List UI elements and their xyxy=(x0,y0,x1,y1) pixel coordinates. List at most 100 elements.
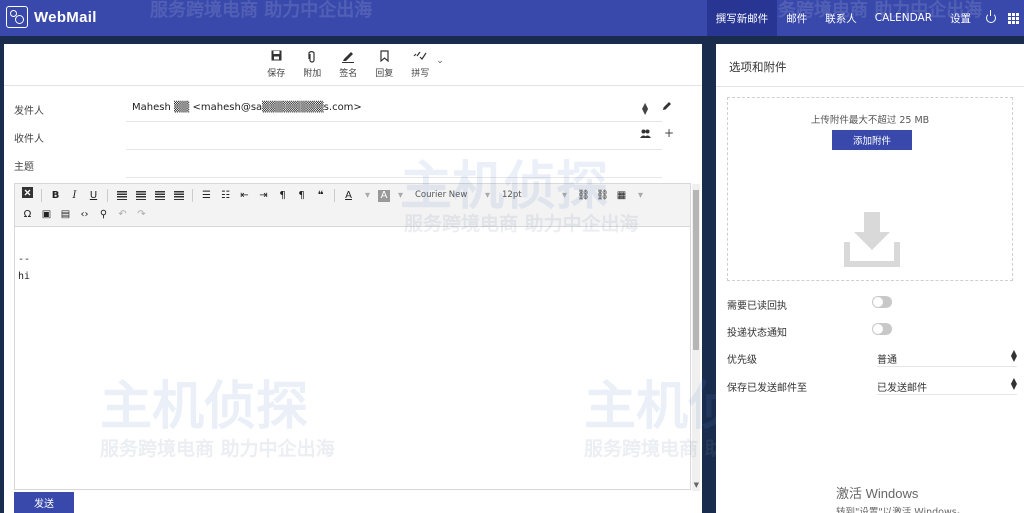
nav-mail[interactable]: 邮件 xyxy=(777,0,816,36)
read-receipt-toggle[interactable] xyxy=(872,296,892,308)
attachment-drop-zone[interactable]: 上传附件最大不超过 25 MB 添加附件 xyxy=(727,97,1013,281)
from-dropdown-icon[interactable]: ▲ ▼ xyxy=(642,102,648,116)
spell-button[interactable]: 拼写 xyxy=(406,50,434,79)
from-select[interactable]: Mahesh ▒▒ <mahesh@sa▒▒▒▒▒▒▒▒s.com> xyxy=(132,102,362,113)
top-bar: WebMail 服务跨境电商 助力中企出海 服务跨境电商 助力中企出海 撰写新邮… xyxy=(0,0,1024,36)
text-color-icon[interactable]: A xyxy=(340,187,357,204)
save-label: 保存 xyxy=(267,69,286,79)
nav-contacts[interactable]: 联系人 xyxy=(816,0,866,36)
source-code-icon[interactable] xyxy=(19,187,36,204)
save-sent-select[interactable]: 已发送邮件 ▲ ▼ xyxy=(877,376,1017,395)
watermark-slogan-top-left: 服务跨境电商 助力中企出海 xyxy=(150,0,373,21)
italic-icon[interactable]: I xyxy=(66,187,83,204)
from-row: 发件人 Mahesh ▒▒ <mahesh@sa▒▒▒▒▒▒▒▒s.com> ▲… xyxy=(4,94,702,122)
save-sent-row: 保存已发送邮件至 已发送邮件 ▲ ▼ xyxy=(727,376,1017,396)
link-icon[interactable]: ⛓ xyxy=(575,187,592,204)
background-color-dropdown-icon[interactable]: ▾ xyxy=(392,187,409,204)
underline-icon[interactable]: U xyxy=(85,187,102,204)
table-icon[interactable]: ▦ xyxy=(613,187,630,204)
to-row: 收件人 + xyxy=(4,122,702,150)
priority-value: 普通 xyxy=(877,355,897,366)
reply-button[interactable]: 回复 xyxy=(370,50,398,79)
indent-icon[interactable]: ⇥ xyxy=(255,187,272,204)
attach-label: 附加 xyxy=(303,69,322,79)
activation-hint: 转到"设置"以激活 Windows。 xyxy=(836,507,967,513)
app-logo[interactable]: WebMail xyxy=(6,6,97,28)
delivery-status-row: 投递状态通知 xyxy=(727,321,1017,341)
message-editor: B I U ☰ ☷ ⇤ ⇥ ¶ ¶ ❝ A ▾ A ▾ Courier New … xyxy=(14,183,700,491)
special-char-icon[interactable]: Ω xyxy=(19,206,36,223)
font-family-select[interactable]: Courier New xyxy=(411,188,477,203)
editor-scrollbar[interactable] xyxy=(692,184,700,491)
activation-title: 激活 Windows xyxy=(836,486,919,501)
send-button[interactable]: 发送 xyxy=(14,492,74,513)
logout-button[interactable] xyxy=(980,0,1002,36)
delivery-status-toggle[interactable] xyxy=(872,323,892,335)
align-right-icon[interactable] xyxy=(151,187,168,204)
floppy-icon xyxy=(262,50,290,66)
nav-settings[interactable]: 设置 xyxy=(941,0,980,36)
code-icon[interactable]: ‹› xyxy=(76,206,93,223)
edit-identity-icon[interactable] xyxy=(662,101,672,114)
reply-label: 回复 xyxy=(375,69,394,79)
size-dropdown-icon[interactable]: ▾ xyxy=(556,187,573,204)
spell-label: 拼写 xyxy=(411,69,430,79)
font-dropdown-icon[interactable]: ▾ xyxy=(479,187,496,204)
nav-compose[interactable]: 撰写新邮件 xyxy=(706,0,778,36)
message-body[interactable]: -- hi xyxy=(15,227,690,285)
grid-icon xyxy=(1007,12,1019,24)
attach-button[interactable]: 附加 xyxy=(298,50,326,79)
bold-icon[interactable]: B xyxy=(47,187,64,204)
priority-label: 优先级 xyxy=(727,355,757,366)
app-title: WebMail xyxy=(34,8,97,26)
chevron-down-icon[interactable]: ⌄ xyxy=(436,56,444,66)
select-arrows-icon: ▲ ▼ xyxy=(1010,376,1017,391)
save-sent-label: 保存已发送邮件至 xyxy=(727,383,807,394)
font-size-select[interactable]: 12pt xyxy=(498,188,554,203)
scroll-down-icon[interactable]: ▼ xyxy=(694,481,699,489)
contacts-icon[interactable] xyxy=(640,129,651,141)
background-color-icon[interactable]: A xyxy=(378,189,390,202)
unlink-icon[interactable]: ⛓ xyxy=(594,187,611,204)
find-icon[interactable]: ⚲ xyxy=(95,206,112,223)
subject-label: 主题 xyxy=(14,162,34,173)
signature-button[interactable]: 签名 xyxy=(334,50,362,79)
options-title: 选项和附件 xyxy=(729,60,787,74)
blockquote-icon[interactable]: ❝ xyxy=(312,187,329,204)
logo-icon xyxy=(6,6,28,28)
power-icon xyxy=(986,10,996,23)
read-receipt-row: 需要已读回执 xyxy=(727,294,1017,314)
add-attachment-button[interactable]: 添加附件 xyxy=(832,130,912,150)
redo-icon[interactable]: ↷ xyxy=(133,206,150,223)
paperclip-icon xyxy=(298,50,326,66)
compose-toolbar: 保存 附加 签名 回复 拼写 ⌄ xyxy=(4,44,702,86)
undo-icon[interactable]: ↶ xyxy=(114,206,131,223)
options-panel: 选项和附件 上传附件最大不超过 25 MB 添加附件 需要已读回执 投递状态通知… xyxy=(716,44,1024,513)
text-color-dropdown-icon[interactable]: ▾ xyxy=(359,187,376,204)
table-dropdown-icon[interactable]: ▾ xyxy=(632,187,649,204)
save-button[interactable]: 保存 xyxy=(262,50,290,79)
apps-button[interactable] xyxy=(1002,0,1024,36)
image-icon[interactable]: ▣ xyxy=(38,206,55,223)
spellcheck-icon xyxy=(406,50,434,66)
pen-icon xyxy=(334,50,362,66)
numbered-list-icon[interactable]: ☷ xyxy=(217,187,234,204)
align-justify-icon[interactable] xyxy=(170,187,187,204)
align-left-icon[interactable] xyxy=(113,187,130,204)
priority-row: 优先级 普通 ▲ ▼ xyxy=(727,348,1017,368)
priority-select[interactable]: 普通 ▲ ▼ xyxy=(877,348,1017,367)
from-label: 发件人 xyxy=(14,106,44,117)
ltr-icon[interactable]: ¶ xyxy=(274,187,291,204)
download-icon xyxy=(844,212,900,267)
body-text: hi xyxy=(18,271,31,282)
outdent-icon[interactable]: ⇤ xyxy=(236,187,253,204)
subject-row: 主题 xyxy=(4,150,702,178)
add-recipient-icon[interactable]: + xyxy=(664,126,674,140)
format-toolbar: B I U ☰ ☷ ⇤ ⇥ ¶ ¶ ❝ A ▾ A ▾ Courier New … xyxy=(15,184,690,227)
bullet-list-icon[interactable]: ☰ xyxy=(198,187,215,204)
align-center-icon[interactable] xyxy=(132,187,149,204)
nav-calendar[interactable]: CALENDAR xyxy=(866,0,941,36)
media-icon[interactable]: ▤ xyxy=(57,206,74,223)
rtl-icon[interactable]: ¶ xyxy=(293,187,310,204)
upload-limit-text: 上传附件最大不超过 25 MB xyxy=(810,115,930,126)
